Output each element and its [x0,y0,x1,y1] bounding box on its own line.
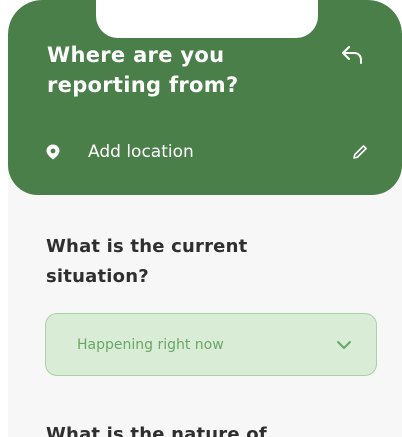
situation-select[interactable]: Happening right now [45,313,377,376]
pencil-icon[interactable] [348,140,372,164]
page-title: Where are you reporting from? [47,43,239,97]
nature-question: What is the nature of [46,424,267,437]
location-header: Where are you reporting from? Add locati… [8,0,402,195]
chevron-down-icon [334,335,354,355]
location-pin-icon [42,141,64,163]
back-arrow-icon[interactable] [338,40,368,70]
screen: Where are you reporting from? Add locati… [8,0,402,437]
device-notch [96,0,318,38]
add-location-button[interactable]: Add location [38,136,372,168]
situation-select-value: Happening right now [77,336,224,353]
situation-question: What is the current situation? [46,236,248,287]
add-location-label: Add location [88,142,194,162]
